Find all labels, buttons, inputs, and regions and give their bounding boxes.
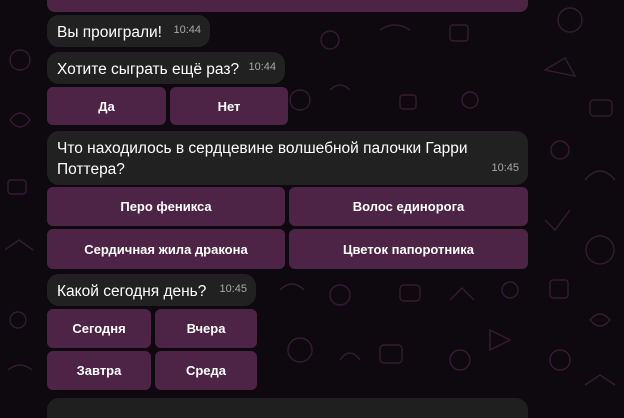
inline-button-today[interactable]: Сегодня xyxy=(47,309,151,348)
button-label: Вчера xyxy=(186,321,226,336)
button-label: Нет xyxy=(217,98,241,114)
button-label: Да xyxy=(98,98,115,114)
message-text: Какой сегодня день? xyxy=(57,283,207,300)
inline-button-fern-flower[interactable]: Цветок папоротника xyxy=(289,229,528,269)
inline-keyboard-previous[interactable] xyxy=(47,0,528,12)
message-bubble: Какой сегодня день? 10:45 xyxy=(47,274,256,306)
inline-button-yes[interactable]: Да xyxy=(47,87,166,125)
message-time: 10:45 xyxy=(219,283,247,295)
message-time: 10:45 xyxy=(491,162,519,174)
button-label: Волос единорога xyxy=(352,199,465,214)
button-label: Завтра xyxy=(76,363,122,378)
button-label: Среда xyxy=(185,363,227,378)
inline-button-yesterday[interactable]: Вчера xyxy=(155,309,257,348)
next-message-bubble xyxy=(47,398,528,418)
inline-button-no[interactable]: Нет xyxy=(170,87,288,125)
inline-button-tomorrow[interactable]: Завтра xyxy=(47,351,151,390)
message-time: 10:44 xyxy=(248,61,276,73)
inline-button-wednesday[interactable]: Среда xyxy=(155,351,257,390)
message-text: Вы проиграли! xyxy=(57,24,162,41)
button-label: Цветок папоротника xyxy=(342,241,474,257)
message-bubble: Хотите сыграть ещё раз? 10:44 xyxy=(47,52,285,84)
inline-button-phoenix-feather[interactable]: Перо феникса xyxy=(47,187,285,226)
button-label: Сердичная жила дракона xyxy=(84,241,248,257)
message-bubble: Вы проиграли! 10:44 xyxy=(47,15,210,47)
inline-button-unicorn-hair[interactable]: Волос единорога xyxy=(289,187,528,226)
message-text: Что находилось в сердцевине волшебной па… xyxy=(57,140,468,178)
message-text: Хотите сыграть ещё раз? xyxy=(57,61,240,78)
message-time: 10:44 xyxy=(173,24,201,36)
button-label: Перо феникса xyxy=(120,199,212,214)
message-bubble: Что находилось в сердцевине волшебной па… xyxy=(47,131,528,185)
inline-button-dragon-heartstring[interactable]: Сердичная жила дракона xyxy=(47,229,285,269)
button-label: Сегодня xyxy=(72,321,126,336)
